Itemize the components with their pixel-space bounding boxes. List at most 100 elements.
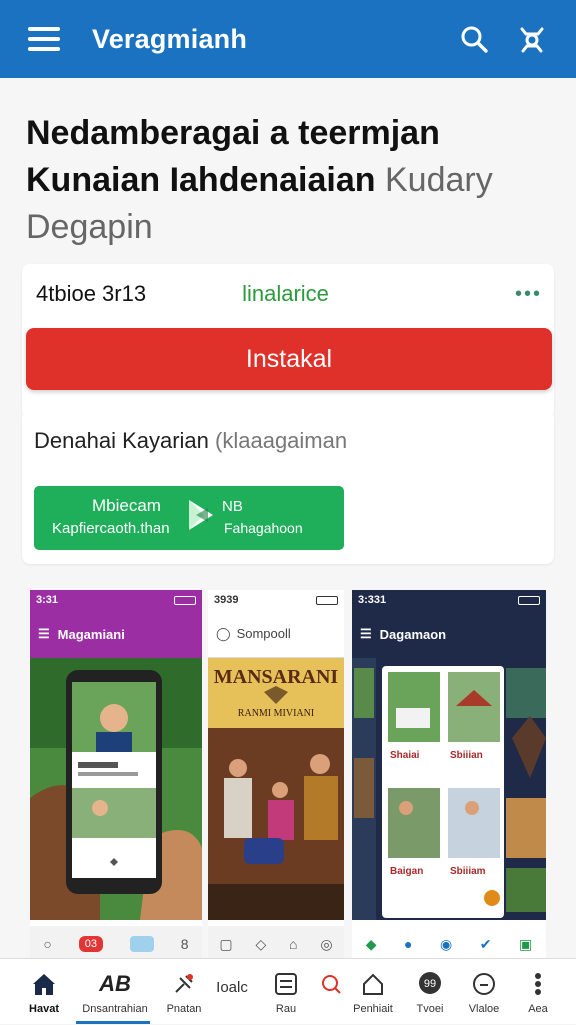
app-title: Veragmianh	[92, 23, 248, 54]
nav-house[interactable]: Penhiait	[350, 959, 396, 1025]
badge-right2: Fahagahoon	[224, 520, 303, 536]
grid-icon	[275, 969, 297, 999]
battery-icon	[174, 595, 196, 605]
screenshot-banner: MANSARANI	[213, 666, 339, 688]
nav-item: ◇	[255, 935, 267, 952]
menu-icon: ☰	[38, 626, 50, 641]
pin-icon	[172, 969, 196, 999]
play-store-icon	[186, 498, 216, 537]
status-bar: 3:331	[352, 590, 546, 610]
play-store-badge[interactable]: Mbiecam Kapfiercaoth.than NB Fahagahoon	[34, 486, 344, 550]
nav-item: ●	[404, 936, 413, 952]
battery-icon	[316, 595, 338, 605]
nav-item: 8	[180, 936, 189, 952]
nav-item: ▣	[518, 935, 533, 952]
nav-item: ◉	[440, 935, 453, 952]
nav-label: Aea	[528, 1003, 548, 1015]
app-headline: Nedamberagai a teermjan Kunaian Iahdenai…	[26, 110, 546, 251]
nav-grid[interactable]: Rau	[264, 959, 308, 1025]
home-icon	[31, 969, 57, 999]
screenshot-gallery[interactable]: 3:31 ☰ Magamiani ○ 03 8 3939 ◯ Sompooll …	[30, 590, 546, 962]
nav-home[interactable]: Havat	[20, 959, 68, 1025]
screenshot-image	[30, 658, 202, 920]
card-label: Shaiai	[390, 750, 420, 761]
nav-label: Dnsantrahian	[82, 1003, 148, 1015]
nav-label: Havat	[29, 1003, 59, 1015]
status-time: 3939	[214, 594, 239, 606]
nav-badge: 03	[78, 936, 103, 952]
screenshot-header: ☰ Magamiani	[30, 610, 202, 658]
install-button[interactable]: Instakal	[26, 328, 552, 390]
nav-label: Vlaloe	[468, 1003, 500, 1015]
screenshot-nav: ○ 03 8	[30, 926, 202, 962]
nav-label: Rau	[275, 1003, 297, 1015]
nav-item: ◎	[320, 935, 333, 952]
chat-icon: 99	[417, 969, 443, 999]
nav-chat[interactable]: 99 Tvoei	[408, 959, 452, 1025]
nav-label: Tvoei	[416, 1003, 444, 1015]
status-bar: 3:31	[30, 590, 202, 610]
circle-icon: ◯	[216, 625, 231, 641]
headline-bold: Nedamberagai a teermjan Kunaian Iahdenai…	[26, 114, 440, 199]
nav-item: ◆	[365, 935, 377, 952]
description-text: Denahai Kayarian (klaaagaiman	[34, 428, 347, 454]
screenshot-nav: ◆ ● ◉ ✔ ▣	[352, 926, 546, 962]
card-label: Baigan	[390, 866, 424, 877]
profile-icon[interactable]	[512, 19, 552, 59]
more-dots-icon[interactable]: •••	[515, 283, 542, 306]
badge-line1: Mbiecam	[92, 496, 161, 515]
screenshot-image: Shaiai Sbiiian Baigan Sbiiiam	[352, 658, 546, 920]
status-time: 3:331	[358, 594, 387, 606]
install-card: 4tbioe 3r13 linalarice ••• Instakal	[22, 264, 554, 420]
screenshot-title: Magamiani	[57, 626, 125, 642]
app-size: 4tbioe 3r13	[36, 281, 147, 306]
nav-label: Penhiait	[353, 1003, 393, 1015]
nav-pin[interactable]: Pnatan	[160, 959, 208, 1025]
screenshot-2[interactable]: 3939 ◯ Sompooll MANSARANI RANMI MIVIANI …	[208, 590, 344, 962]
nav-video[interactable]: Vlaloe	[462, 959, 506, 1025]
card-label: Sbiiiam	[450, 866, 486, 877]
screenshot-1[interactable]: 3:31 ☰ Magamiani ○ 03 8	[30, 590, 202, 962]
main-content: Nedamberagai a teermjan Kunaian Iahdenai…	[0, 78, 576, 962]
screenshot-header: ☰ Dagamaon	[352, 610, 546, 658]
badge-right1: NB	[222, 498, 243, 515]
nav-more[interactable]: Aea	[518, 959, 558, 1025]
nav-item: ▢	[219, 935, 233, 952]
install-status: linalarice	[242, 281, 329, 306]
nav-apps[interactable]: AB Dnsantrahian	[76, 959, 154, 1025]
screenshot-header: ◯ Sompooll	[208, 610, 344, 658]
status-time: 3:31	[36, 594, 59, 606]
description-card: Denahai Kayarian (klaaagaiman Mbiecam Ka…	[22, 410, 554, 564]
menu-icon: ☰	[360, 626, 372, 641]
meta-row: 4tbioe 3r13 linalarice •••	[36, 274, 542, 314]
screenshot-subtitle: RANMI MIVIANI	[237, 708, 315, 719]
text-icon: Ioalc	[216, 978, 248, 996]
circle-icon	[472, 969, 496, 999]
bottom-navigation: Havat AB Dnsantrahian Pnatan Ioalc Rau P…	[0, 958, 576, 1024]
nav-tab	[129, 936, 154, 952]
battery-icon	[518, 595, 540, 605]
ab-icon: AB	[99, 971, 131, 996]
menu-icon[interactable]	[28, 27, 60, 51]
nav-text[interactable]: Ioalc	[210, 959, 254, 1025]
description-main: Denahai Kayarian	[34, 428, 209, 453]
badge-line2: Kapfiercaoth.than	[52, 520, 170, 537]
screenshot-3[interactable]: 3:331 ☰ Dagamaon Shaiai Sbiiian Baigan S…	[352, 590, 546, 962]
search-circle-icon	[320, 969, 342, 999]
nav-item: ✔	[479, 935, 492, 952]
description-muted: (klaaagaiman	[215, 428, 348, 453]
status-bar: 3939	[208, 590, 344, 610]
house-outline-icon	[361, 969, 385, 999]
app-bar: Veragmianh	[0, 0, 576, 78]
card-label: Sbiiian	[450, 750, 483, 761]
screenshot-title: Dagamaon	[379, 626, 447, 642]
screenshot-image: MANSARANI RANMI MIVIANI	[208, 658, 344, 920]
screenshot-title: Sompooll	[236, 626, 291, 641]
more-vert-icon	[534, 969, 542, 999]
nav-search[interactable]	[314, 959, 348, 1025]
svg-text:99: 99	[424, 978, 436, 990]
search-icon: ○	[43, 936, 52, 952]
search-icon[interactable]	[454, 19, 494, 59]
screenshot-nav: ▢ ◇ ⌂ ◎	[208, 926, 344, 962]
nav-item: ⌂	[289, 936, 298, 952]
